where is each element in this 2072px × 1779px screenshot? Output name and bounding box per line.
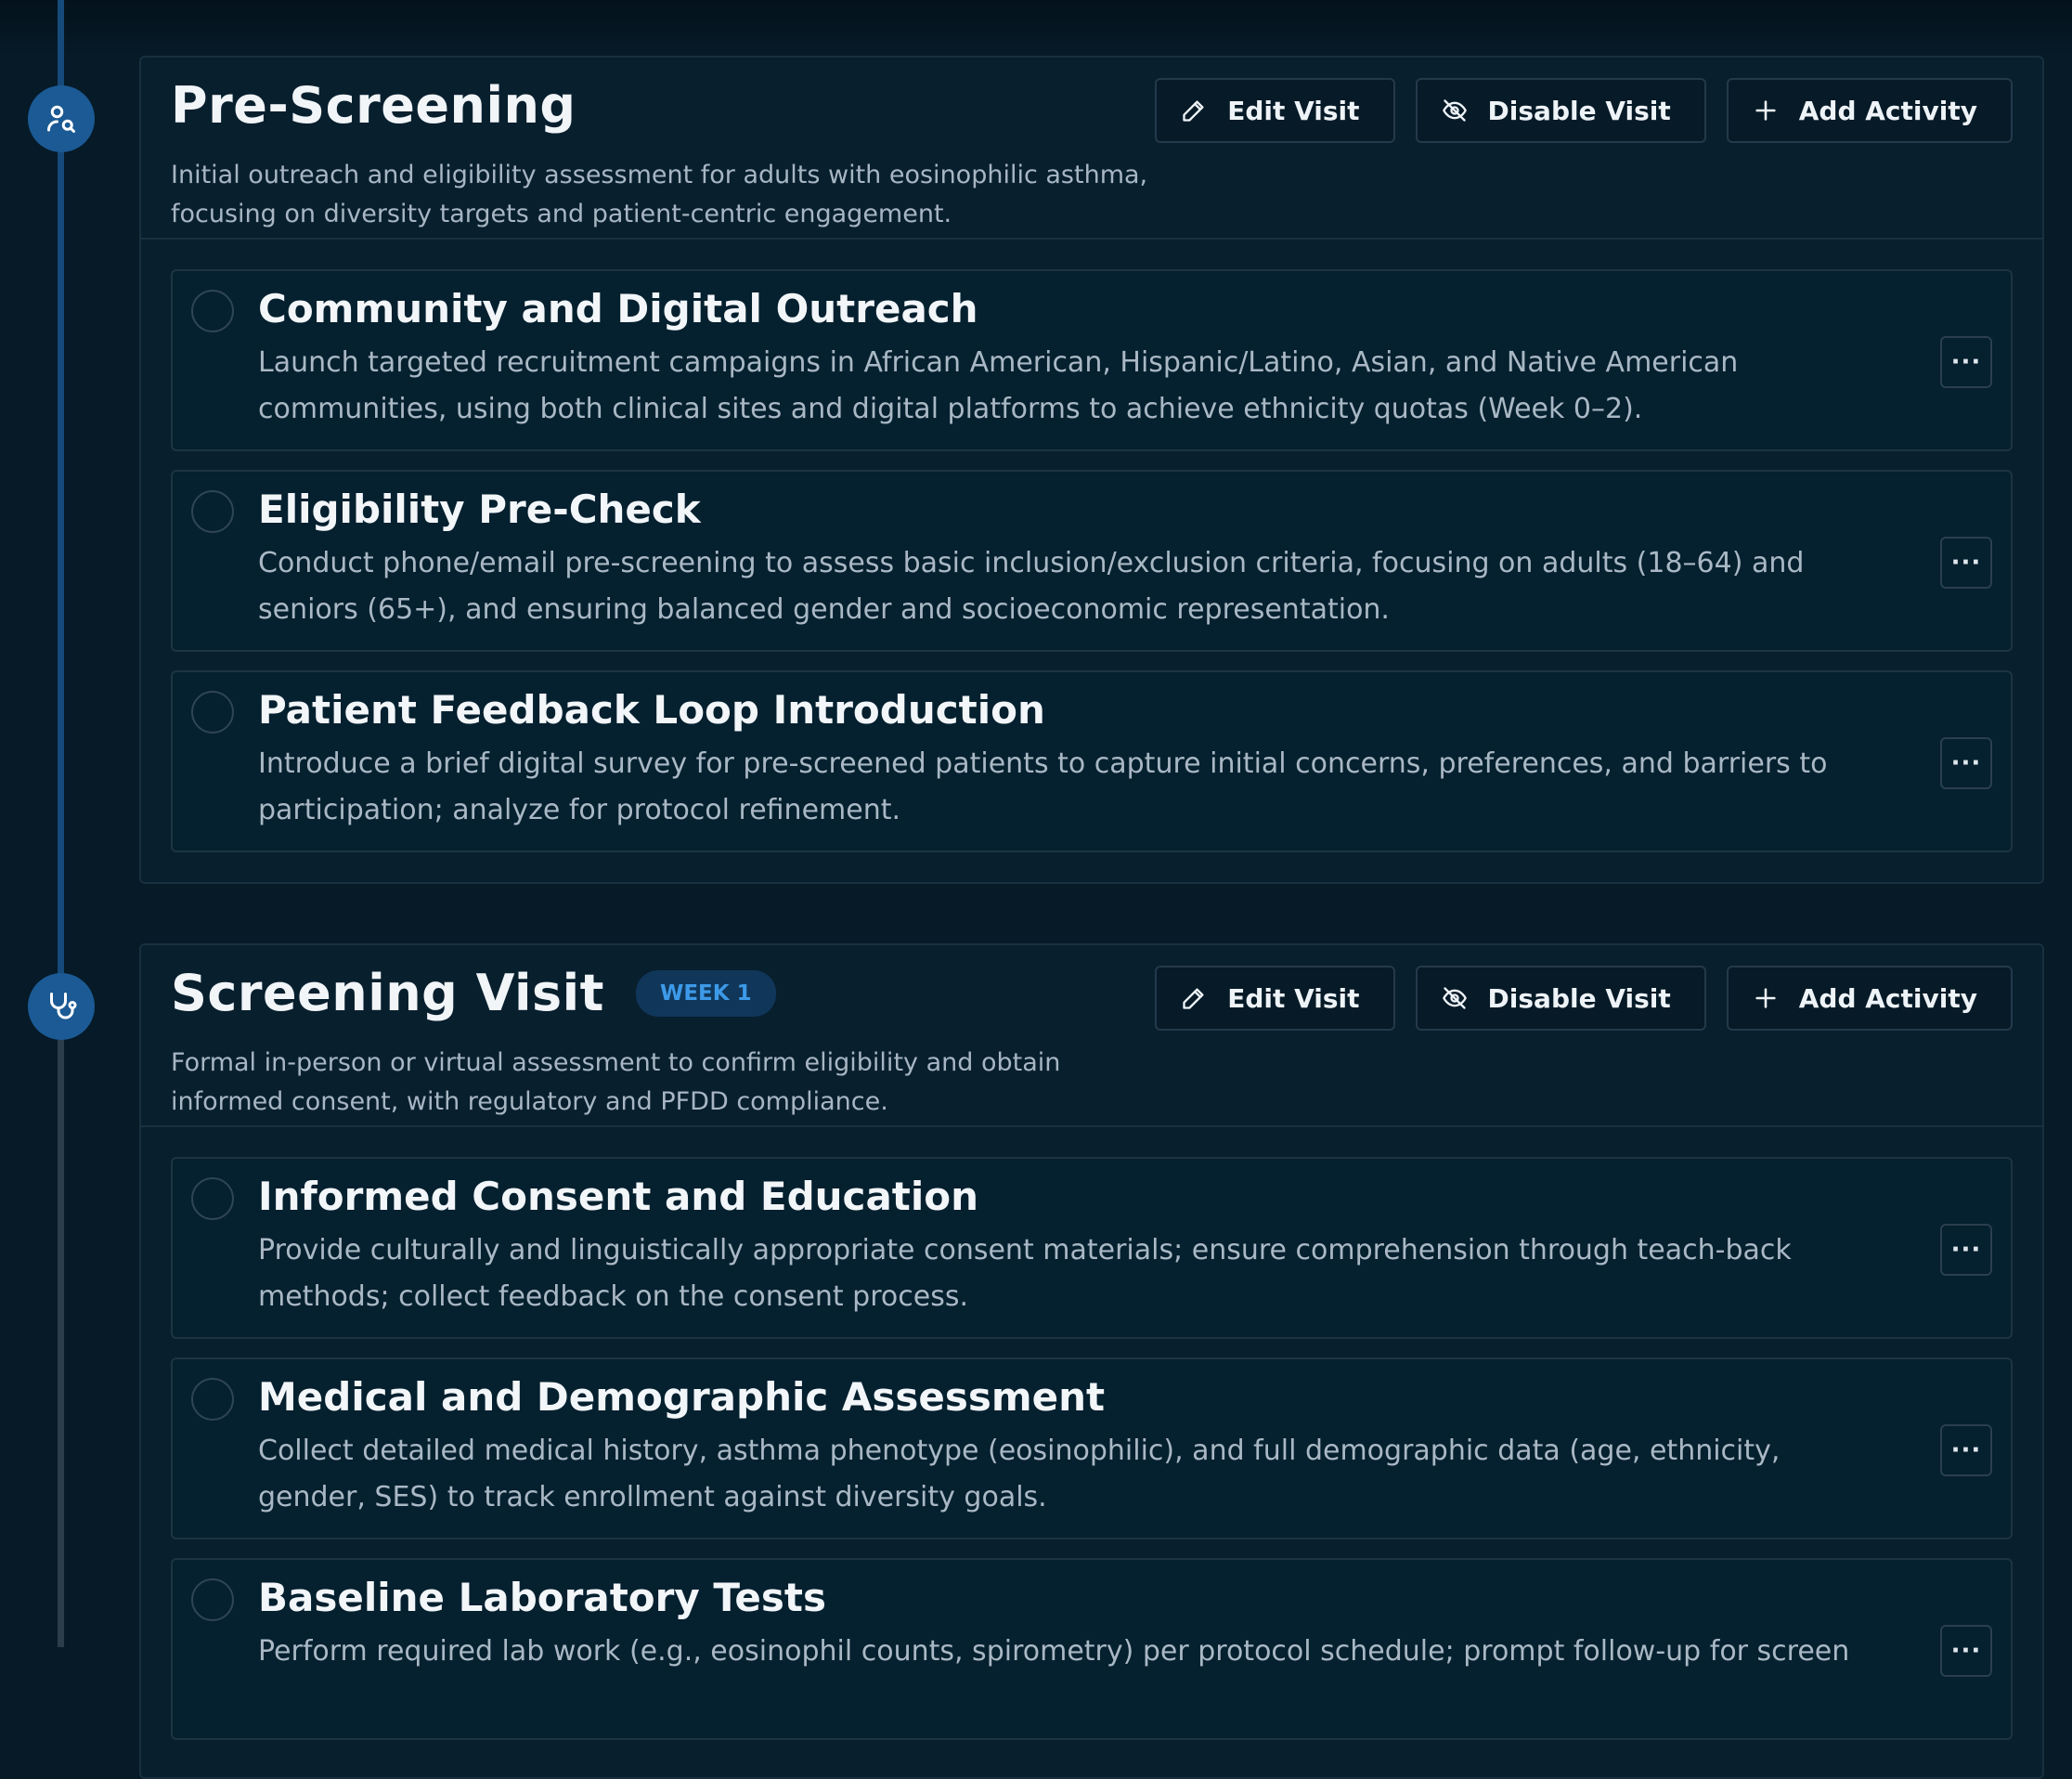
more-options-button[interactable]: ··· xyxy=(1940,1424,1992,1476)
disable-visit-label: Disable Visit xyxy=(1487,982,1671,1014)
edit-visit-button[interactable]: Edit Visit xyxy=(1155,78,1395,143)
activity-title: Informed Consent and Education xyxy=(258,1174,979,1219)
more-options-button[interactable]: ··· xyxy=(1940,1224,1992,1276)
plus-icon xyxy=(1755,988,1776,1008)
activity-list: Community and Digital Outreach Launch ta… xyxy=(141,240,2042,882)
page-background-top xyxy=(0,0,2072,56)
activity-item[interactable]: Informed Consent and Education Provide c… xyxy=(171,1157,2013,1339)
edit-visit-label: Edit Visit xyxy=(1227,982,1360,1014)
pencil-icon xyxy=(1183,988,1204,1009)
activity-item[interactable]: Community and Digital Outreach Launch ta… xyxy=(171,269,2013,451)
disable-visit-label: Disable Visit xyxy=(1487,95,1671,126)
visit-description: Formal in-person or virtual assessment t… xyxy=(171,1048,1061,1116)
edit-visit-button[interactable]: Edit Visit xyxy=(1155,966,1395,1031)
user-search-icon xyxy=(28,85,95,152)
week-badge: WEEK 1 xyxy=(635,969,776,1017)
more-options-button[interactable]: ··· xyxy=(1940,1625,1992,1677)
visit-description: Initial outreach and eligibility assessm… xyxy=(171,161,1148,228)
activity-title: Baseline Laboratory Tests xyxy=(258,1575,826,1620)
activity-item[interactable]: Medical and Demographic Assessment Colle… xyxy=(171,1357,2013,1539)
activity-title: Patient Feedback Loop Introduction xyxy=(258,687,1045,733)
visit-title: Pre-Screening xyxy=(171,76,576,135)
add-activity-label: Add Activity xyxy=(1798,982,1977,1014)
visit-title: Screening Visit xyxy=(171,964,604,1022)
activity-title: Community and Digital Outreach xyxy=(258,286,978,331)
visit-card-screening-visit: Screening Visit WEEK 1 Formal in-person … xyxy=(139,943,2044,1779)
activity-radio[interactable] xyxy=(191,1378,234,1421)
eye-off-icon xyxy=(1442,987,1467,1009)
activity-description: Perform required lab work (e.g., eosinop… xyxy=(258,1635,1850,1668)
visit-actions: Edit Visit Disable Visit Add Activity xyxy=(1155,78,2013,143)
activity-radio[interactable] xyxy=(191,1177,234,1220)
stethoscope-icon xyxy=(28,973,95,1040)
activity-radio[interactable] xyxy=(191,290,234,332)
activity-title: Medical and Demographic Assessment xyxy=(258,1374,1106,1420)
more-options-button[interactable]: ··· xyxy=(1940,336,1992,388)
add-activity-button[interactable]: Add Activity xyxy=(1726,78,2013,143)
activity-item[interactable]: Eligibility Pre-Check Conduct phone/emai… xyxy=(171,470,2013,652)
visit-card-pre-screening: Pre-Screening Initial outreach and eligi… xyxy=(139,56,2044,884)
activity-description: Introduce a brief digital survey for pre… xyxy=(258,747,1828,826)
activity-item[interactable]: Baseline Laboratory Tests Perform requir… xyxy=(171,1558,2013,1740)
activity-description: Launch targeted recruitment campaigns in… xyxy=(258,346,1739,425)
edit-visit-label: Edit Visit xyxy=(1227,95,1360,126)
pencil-icon xyxy=(1183,100,1204,122)
visit-header: Screening Visit WEEK 1 Formal in-person … xyxy=(141,945,2042,1127)
plus-icon xyxy=(1755,100,1776,121)
disable-visit-button[interactable]: Disable Visit xyxy=(1415,78,1706,143)
activity-title: Eligibility Pre-Check xyxy=(258,487,701,532)
add-activity-label: Add Activity xyxy=(1798,95,1977,126)
disable-visit-button[interactable]: Disable Visit xyxy=(1415,966,1706,1031)
timeline-track-inactive xyxy=(58,1003,64,1647)
activity-item[interactable]: Patient Feedback Loop Introduction Intro… xyxy=(171,670,2013,852)
visit-title-row: Screening Visit WEEK 1 xyxy=(171,964,776,1022)
activity-description: Conduct phone/email pre-screening to ass… xyxy=(258,547,1805,626)
activity-radio[interactable] xyxy=(191,490,234,533)
eye-off-icon xyxy=(1442,99,1467,122)
activity-description: Provide culturally and linguistically ap… xyxy=(258,1234,1792,1313)
visit-actions: Edit Visit Disable Visit Add Activity xyxy=(1155,966,2013,1031)
more-options-button[interactable]: ··· xyxy=(1940,537,1992,589)
activity-radio[interactable] xyxy=(191,691,234,734)
activity-description: Collect detailed medical history, asthma… xyxy=(258,1435,1781,1513)
add-activity-button[interactable]: Add Activity xyxy=(1726,966,2013,1031)
visit-title-row: Pre-Screening xyxy=(171,76,576,135)
more-options-button[interactable]: ··· xyxy=(1940,737,1992,789)
visit-header: Pre-Screening Initial outreach and eligi… xyxy=(141,58,2042,240)
activity-list: Informed Consent and Education Provide c… xyxy=(141,1127,2042,1770)
activity-radio[interactable] xyxy=(191,1578,234,1621)
